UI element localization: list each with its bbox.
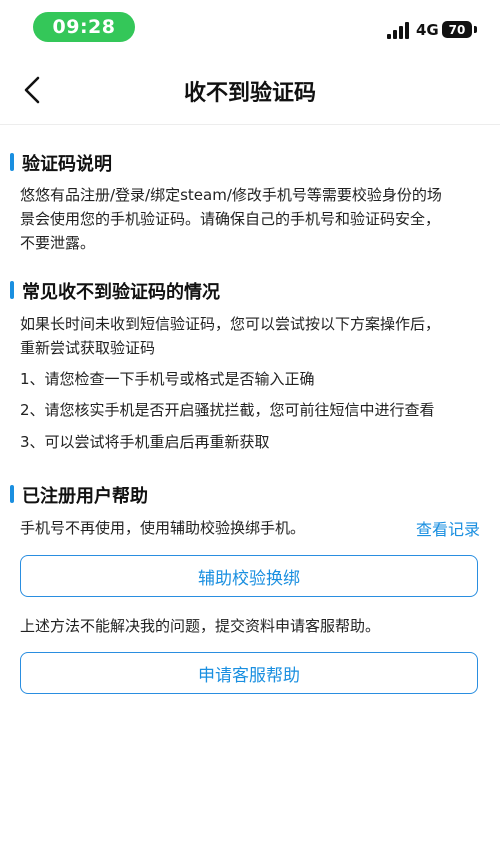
status-time: 09:28 — [33, 12, 135, 42]
issue-item-2: 2、请您核实手机是否开启骚扰拦截，您可前往短信中进行查看 — [20, 401, 435, 419]
view-records-link[interactable]: 查看记录 — [416, 516, 480, 540]
intro-line-2: 重新尝试获取验证码 — [20, 339, 156, 357]
issue-item-3: 3、可以尝试将手机重启后再重新获取 — [20, 433, 270, 451]
assist-rebind-button[interactable]: 辅助校验换绑 — [20, 555, 478, 597]
section-title-registered-help: 已注册用户帮助 — [10, 482, 148, 508]
signal-icon — [387, 22, 411, 39]
network-label: 4G — [416, 21, 439, 39]
section-title-common-issues: 常见收不到验证码的情况 — [10, 278, 220, 304]
battery-cap — [474, 26, 477, 33]
section-title-code-info: 验证码说明 — [10, 150, 112, 176]
code-info-text: 悠悠有品注册/登录/绑定steam/修改手机号等需要校验身份的场 景会使用您的手… — [20, 183, 485, 255]
intro-line-1: 如果长时间未收到短信验证码，您可以尝试按以下方案操作后， — [20, 315, 441, 333]
service-help-desc: 上述方法不能解决我的问题，提交资料申请客服帮助。 — [20, 617, 381, 635]
status-bar: 09:28 4G 70 — [0, 0, 500, 56]
code-info-line-2: 景会使用您的手机验证码。请确保自己的手机号和验证码安全， — [20, 210, 441, 228]
issue-item-1: 1、请您检查一下手机号或格式是否输入正确 — [20, 370, 315, 388]
battery-icon: 70 — [442, 21, 472, 38]
common-issues-intro: 如果长时间未收到短信验证码，您可以尝试按以下方案操作后， 重新尝试获取验证码 — [20, 312, 485, 360]
page-title: 收不到验证码 — [183, 81, 316, 106]
code-info-line-1: 悠悠有品注册/登录/绑定steam/修改手机号等需要校验身份的场 — [20, 186, 442, 204]
code-info-line-3: 不要泄露。 — [20, 234, 96, 252]
nav-bar: 收不到验证码 — [0, 56, 500, 125]
apply-service-help-button[interactable]: 申请客服帮助 — [20, 652, 478, 694]
